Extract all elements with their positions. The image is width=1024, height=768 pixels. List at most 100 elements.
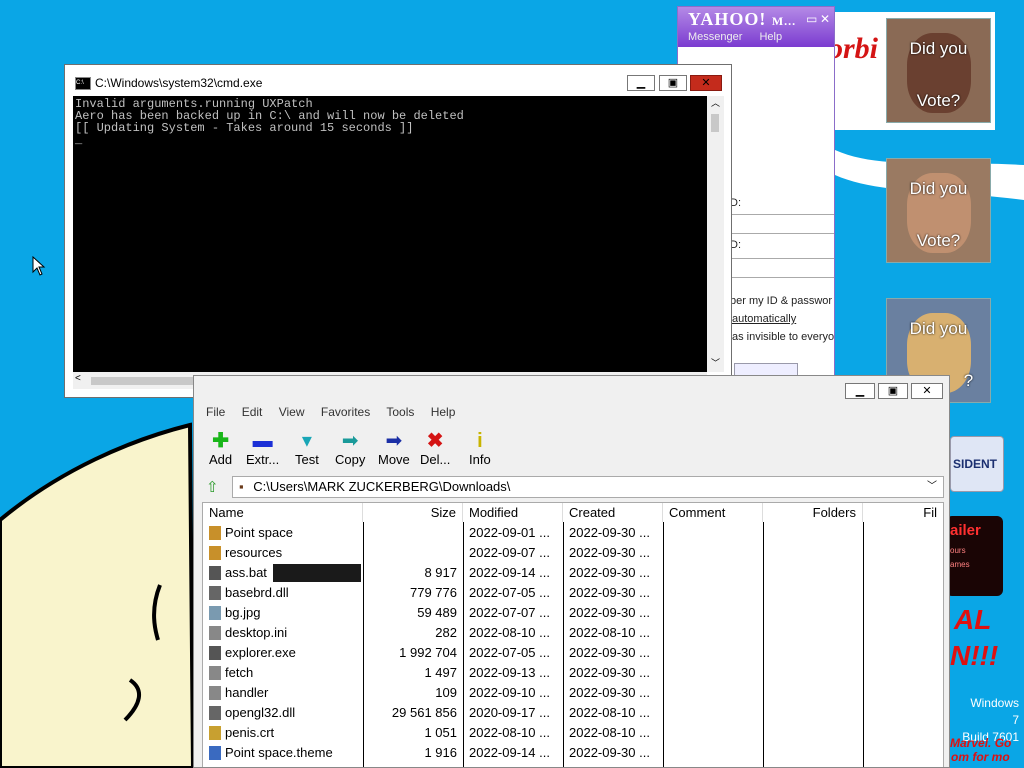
table-row[interactable]: resources 2022-09-07 ... 2022-09-30 ... <box>203 543 943 563</box>
minimize-button[interactable]: ▁ <box>845 383 875 399</box>
chevron-down-icon[interactable]: ﹀ <box>927 477 937 497</box>
trailer-ad[interactable]: ailer ours ames <box>946 516 1003 596</box>
table-row[interactable]: desktop.ini 282 2022-08-10 ... 2022-08-10 .… <box>203 623 943 643</box>
cell-name: Point space.theme <box>225 745 333 760</box>
cell-modified: 2022-09-01 ... <box>469 525 550 540</box>
column-comment[interactable]: Comment <box>663 503 763 522</box>
copy-button[interactable]: ➡ Copy <box>335 430 365 467</box>
info-icon: i <box>477 430 483 452</box>
ini-file-icon <box>209 626 221 640</box>
menu-messenger[interactable]: Messenger <box>688 31 742 43</box>
invisible-label[interactable]: as invisible to everyo <box>732 331 834 343</box>
cell-modified: 2022-07-05 ... <box>469 645 550 660</box>
vote-card[interactable]: Did you Vote? <box>886 158 991 263</box>
extract-button[interactable]: ▬ Extr... <box>246 430 279 467</box>
cell-created: 2022-09-30 ... <box>569 585 650 600</box>
desktop-big-text-2: N!!! <box>950 640 999 671</box>
cell-size: 1 916 <box>424 745 457 760</box>
cmd-titlebar[interactable]: C:\ C:\Windows\system32\cmd.exe ▁ ▣ ✕ <box>65 65 731 95</box>
scroll-left-icon[interactable]: < <box>75 373 81 384</box>
column-folders[interactable]: Folders <box>763 503 863 522</box>
cell-created: 2022-09-30 ... <box>569 605 650 620</box>
table-row[interactable]: bg.jpg 59 489 2022-07-07 ... 2022-09-30 ... <box>203 603 943 623</box>
cell-created: 2022-08-10 ... <box>569 725 650 740</box>
table-row[interactable]: penis.crt 1 051 2022-08-10 ... 2022-08-10 .… <box>203 723 943 743</box>
cell-created: 2022-09-30 ... <box>569 645 650 660</box>
cell-created: 2022-09-30 ... <box>569 545 650 560</box>
vertical-scrollbar[interactable]: ︿ ﹀ <box>707 96 724 372</box>
cell-modified: 2022-09-07 ... <box>469 545 550 560</box>
vote-line2: Vote? <box>916 91 961 110</box>
console-line: [[ Updating System - Takes around 15 sec… <box>75 121 414 135</box>
yahoo-titlebar[interactable]: YAHOO! M... ▭ ✕ Messenger Help <box>678 7 834 47</box>
rename-selection <box>273 564 361 582</box>
trailer-sub1: ours <box>950 546 966 555</box>
bat-file-icon <box>209 566 221 580</box>
vote-card[interactable]: Did you Vote? <box>886 18 991 123</box>
plus-icon: ✚ <box>212 430 229 452</box>
menu-help[interactable]: Help <box>759 31 782 43</box>
scroll-thumb[interactable] <box>711 114 719 132</box>
table-row[interactable]: explorer.exe 1 992 704 2022-07-05 ... 2022-… <box>203 643 943 663</box>
column-files[interactable]: Fil <box>863 503 943 522</box>
mouse-cursor-icon <box>32 256 46 276</box>
menu-view[interactable]: View <box>279 405 305 419</box>
minimize-icon[interactable]: ▭ <box>806 12 817 26</box>
add-button[interactable]: ✚ Add <box>209 430 232 467</box>
menu-bar: File Edit View Favorites Tools Help <box>206 405 468 419</box>
theme-file-icon <box>209 746 221 760</box>
cmd-window[interactable]: C:\ C:\Windows\system32\cmd.exe ▁ ▣ ✕ In… <box>64 64 732 398</box>
yahoo-id-input[interactable] <box>730 214 834 234</box>
column-created[interactable]: Created <box>563 503 663 522</box>
cell-modified: 2022-09-10 ... <box>469 685 550 700</box>
cell-modified: 2022-07-07 ... <box>469 605 550 620</box>
menu-tools[interactable]: Tools <box>386 405 414 419</box>
president-badge[interactable]: SIDENT <box>950 436 1004 492</box>
auto-signin-label[interactable]: automatically <box>732 313 796 325</box>
file-manager-window[interactable]: ▁ ▣ ✕ File Edit View Favorites Tools Hel… <box>193 375 950 768</box>
minimize-button[interactable]: ▁ <box>627 75 655 91</box>
address-bar[interactable]: ▪ C:\Users\MARK ZUCKERBERG\Downloads\ ﹀ <box>232 476 944 498</box>
scroll-up-icon[interactable]: ︿ <box>707 96 724 112</box>
column-size[interactable]: Size <box>363 503 463 522</box>
menu-file[interactable]: File <box>206 405 225 419</box>
trailer-title: ailer <box>950 522 981 539</box>
console-output[interactable]: Invalid arguments.running UXPatch Aero ha… <box>73 96 707 372</box>
test-button[interactable]: ▾ Test <box>295 430 319 467</box>
menu-help[interactable]: Help <box>431 405 456 419</box>
yahoo-password-input[interactable] <box>730 258 834 278</box>
scroll-down-icon[interactable]: ﹀ <box>707 356 724 372</box>
yahoo-menu: Messenger Help <box>688 31 796 43</box>
folder-file-icon <box>209 526 221 540</box>
close-icon[interactable]: ✕ <box>820 12 830 26</box>
file-file-icon <box>209 666 221 680</box>
maximize-button[interactable]: ▣ <box>878 383 908 399</box>
table-row[interactable]: opengl32.dll 29 561 856 2020-09-17 ... 2022… <box>203 703 943 723</box>
exe-file-icon <box>209 646 221 660</box>
table-row[interactable]: Point space 2022-09-01 ... 2022-09-30 ... <box>203 523 943 543</box>
table-row[interactable]: fetch 1 497 2022-09-13 ... 2022-09-30 ... <box>203 663 943 683</box>
cell-size <box>363 523 457 543</box>
info-button[interactable]: i Info <box>469 430 491 467</box>
maximize-button[interactable]: ▣ <box>659 75 687 91</box>
menu-favorites[interactable]: Favorites <box>321 405 370 419</box>
table-row[interactable]: handler 109 2022-09-10 ... 2022-09-30 ... <box>203 683 943 703</box>
table-row[interactable]: basebrd.dll 779 776 2022-07-05 ... 2022-09-… <box>203 583 943 603</box>
close-button[interactable]: ✕ <box>911 383 943 399</box>
menu-edit[interactable]: Edit <box>242 405 263 419</box>
move-button[interactable]: ➡ Move <box>378 430 410 467</box>
up-folder-icon[interactable]: ⇧ <box>206 478 219 496</box>
close-button[interactable]: ✕ <box>690 75 722 91</box>
table-row[interactable]: Point space.theme 1 916 2022-09-14 ... 2022… <box>203 743 943 763</box>
cell-modified: 2022-08-10 ... <box>469 625 550 640</box>
cell-created: 2022-09-30 ... <box>569 525 650 540</box>
file-list[interactable]: Name Size Modified Created Comment Folde… <box>202 502 944 767</box>
remember-checkbox-label[interactable]: ber my ID & passwor <box>730 295 832 307</box>
table-row[interactable]: ass.bat 8 917 2022-09-14 ... 2022-09-30 ... <box>203 563 943 583</box>
minus-icon: ▬ <box>252 430 273 452</box>
column-modified[interactable]: Modified <box>463 503 563 522</box>
column-name[interactable]: Name <box>203 503 363 522</box>
cell-size: 8 917 <box>424 565 457 580</box>
cell-created: 2022-09-30 ... <box>569 565 650 580</box>
delete-button[interactable]: ✖ Del... <box>420 430 450 467</box>
